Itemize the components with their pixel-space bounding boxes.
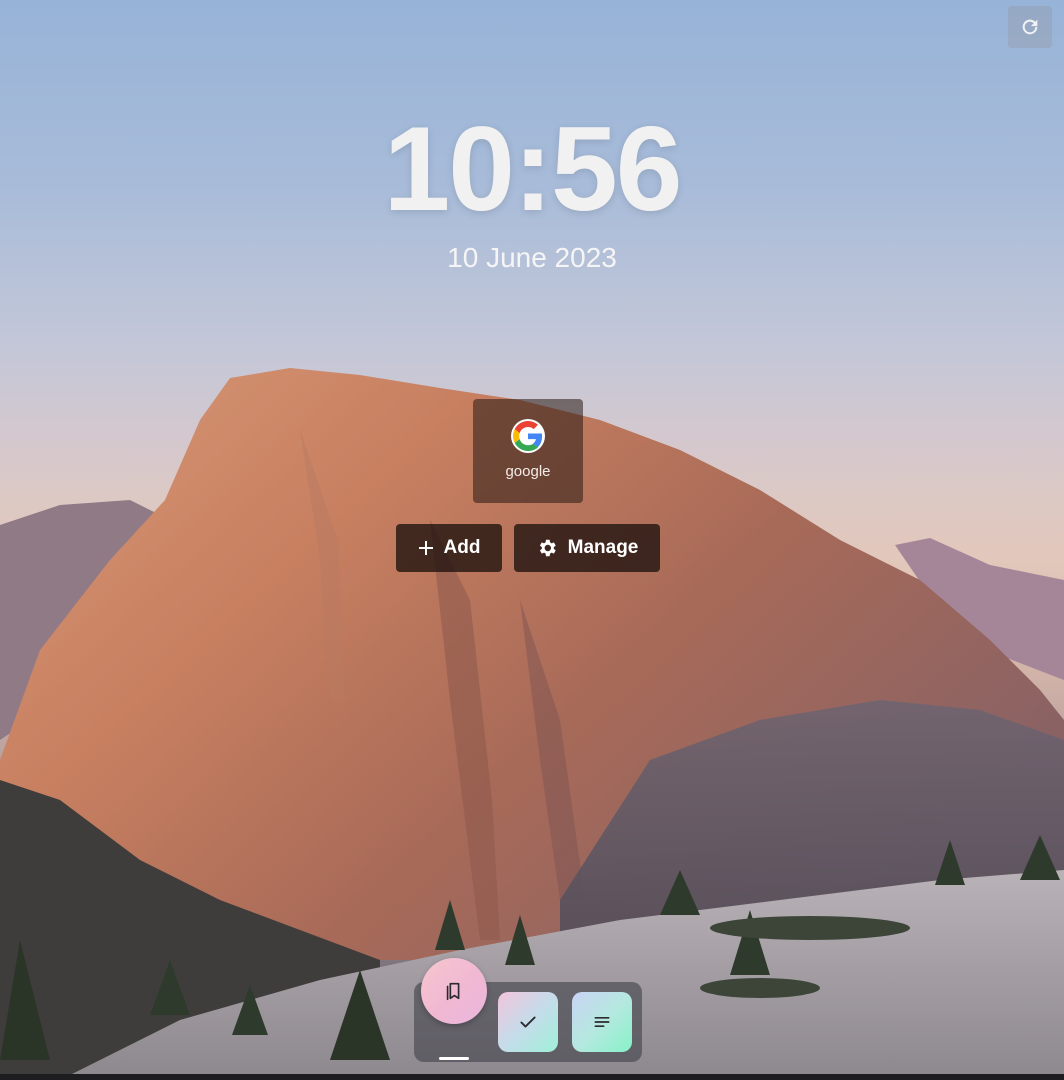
- add-button-label: Add: [443, 537, 481, 558]
- bottom-edge-bar: [0, 1074, 1064, 1080]
- add-shortcut-button[interactable]: Add: [396, 524, 502, 572]
- reload-icon: [1022, 19, 1038, 35]
- clock-date: 10 June 2023: [447, 242, 617, 273]
- notes-lines-icon: [594, 1017, 610, 1027]
- dock-notes-button[interactable]: [572, 992, 632, 1052]
- manage-button-label: Manage: [567, 537, 639, 558]
- manage-shortcuts-button[interactable]: Manage: [514, 524, 660, 572]
- dock: [414, 958, 642, 1062]
- bookmarks-icon: [446, 982, 460, 1001]
- shortcut-label: google: [505, 463, 551, 480]
- dock-bookmarks-button[interactable]: [421, 958, 487, 1024]
- clock-time: 10:56: [383, 102, 683, 236]
- checkmark-icon: [520, 1016, 536, 1028]
- plus-icon: [418, 541, 433, 555]
- new-tab-page: 10:56 10 June 2023 google Add Manage: [0, 0, 1064, 1080]
- reload-button[interactable]: [1008, 6, 1052, 48]
- dock-todo-button[interactable]: [498, 992, 558, 1052]
- dock-active-indicator: [439, 1057, 469, 1060]
- shortcut-google[interactable]: google: [473, 399, 583, 503]
- gear-icon: [539, 539, 556, 557]
- google-icon: [511, 419, 545, 453]
